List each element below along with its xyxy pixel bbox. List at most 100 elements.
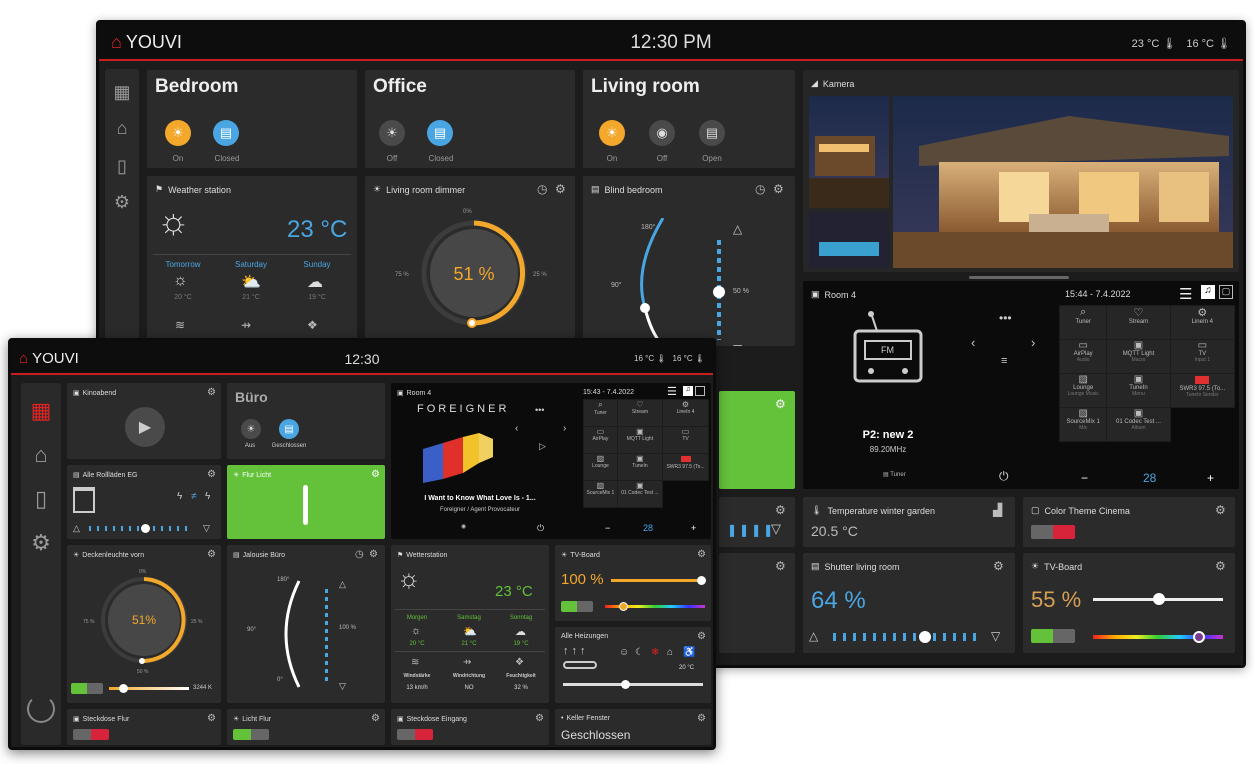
slat-open-icon[interactable]: ϟ bbox=[205, 491, 210, 502]
camera-tile[interactable]: ◢ Kamera bbox=[803, 70, 1239, 272]
gear-icon[interactable]: ⚙ bbox=[1215, 559, 1226, 573]
color-knob[interactable] bbox=[619, 602, 628, 611]
gear-icon[interactable]: ⚙ bbox=[371, 713, 380, 724]
slider-knob[interactable] bbox=[119, 684, 128, 693]
scene-toggle[interactable] bbox=[1031, 525, 1075, 539]
socket-eingang-tile[interactable]: ▣ Steckdose Eingang ⚙ bbox=[391, 709, 549, 745]
slider-knob[interactable] bbox=[697, 576, 706, 585]
power-toggle[interactable] bbox=[73, 729, 109, 740]
more-icon[interactable]: ••• bbox=[535, 405, 544, 415]
presence-icon[interactable]: ♿ bbox=[683, 647, 695, 658]
venetian-blind-tile[interactable]: ▤ Jalousie Büro ◷ ⚙ 180° 90° 0° △ 100 % ▽ bbox=[227, 545, 385, 703]
weather-station-tile[interactable]: ⚑ Wetterstation ☼ 23 °C Morgen Samstag So… bbox=[391, 545, 549, 703]
radio-tile[interactable]: ▣ Room 4 15:44 - 7.4.2022 ☰ ♫ ▢ FM P2: ne… bbox=[803, 281, 1239, 489]
gear-icon[interactable]: ⚙ bbox=[207, 469, 216, 480]
room-buero-tile[interactable]: Büro ☀ ▤ Aus Geschlossen bbox=[227, 383, 385, 459]
source-swr3[interactable]: SWR3 97.5 (To... bbox=[662, 453, 709, 481]
down-arrow-icon[interactable]: ▽ bbox=[339, 681, 346, 692]
flur-light-tile-back[interactable]: ⚙ bbox=[719, 391, 795, 489]
page-indicator[interactable] bbox=[969, 276, 1069, 279]
blind-tile[interactable]: ▤Blind bedroom ◷ ⚙ 180° 90° △ ▽ 50 % bbox=[583, 176, 795, 346]
room-living[interactable]: Living room ☀ ◉ ▤ On Off Open bbox=[583, 70, 795, 168]
camera-feed[interactable] bbox=[809, 96, 1233, 268]
light-bulb-icon[interactable]: ☀ bbox=[379, 120, 405, 146]
blind-position-slider[interactable] bbox=[325, 589, 328, 681]
list-icon[interactable]: ≡ bbox=[1001, 355, 1007, 367]
gear-icon[interactable]: ⚙ bbox=[207, 549, 216, 560]
slider-knob[interactable] bbox=[713, 286, 725, 298]
source-codec[interactable]: ▣ 01 Codec Test ... bbox=[616, 480, 664, 508]
home-icon[interactable]: ⌂ bbox=[109, 115, 135, 141]
chart-icon[interactable]: ▟ bbox=[993, 503, 1002, 517]
power-icon[interactable]: ⏻ bbox=[537, 523, 544, 534]
down-arrow-icon[interactable]: ▽ bbox=[733, 342, 742, 346]
source-linein[interactable]: ⚙ LineIn 4 bbox=[662, 399, 709, 427]
source-tuner[interactable]: ⌕ Tuner bbox=[1058, 305, 1108, 340]
shutter-tile[interactable]: ▤ Shutter living room ⚙ 64 % △ ▽ bbox=[803, 553, 1015, 653]
temperature-slider[interactable] bbox=[563, 683, 703, 686]
source-linein[interactable]: ⚙ LineIn 4 bbox=[1169, 305, 1236, 340]
source-tv[interactable]: ▭ TV Input 1 bbox=[1169, 339, 1236, 374]
gear-icon[interactable]: ⚙ bbox=[207, 387, 216, 398]
room-bedroom[interactable]: Bedroom ☀ ▤ On Closed bbox=[147, 70, 357, 168]
light-bulb-icon[interactable]: ☀ bbox=[599, 120, 625, 146]
blind-icon[interactable]: ▤ bbox=[279, 419, 299, 439]
up-arrow-icon[interactable]: △ bbox=[809, 629, 818, 643]
source-airplay[interactable]: ▭ AirPlay Audio bbox=[1058, 339, 1108, 374]
source-sourcemix[interactable]: ▨ SourceMix 1 Mix bbox=[1058, 407, 1108, 442]
volume-down-button[interactable]: − bbox=[605, 523, 610, 533]
music-icon[interactable]: ♫ bbox=[683, 386, 693, 396]
volume-up-button[interactable]: + bbox=[1207, 471, 1214, 485]
settings-icon[interactable]: ⚙ bbox=[109, 189, 135, 215]
frost-icon[interactable]: ❄ bbox=[651, 647, 659, 658]
clock-icon[interactable]: ◷ bbox=[755, 182, 765, 196]
next-icon[interactable]: › bbox=[563, 423, 566, 434]
source-airplay[interactable]: ▭ AirPlay bbox=[583, 426, 618, 454]
volume-down-button[interactable]: − bbox=[1081, 471, 1088, 485]
light-switch[interactable] bbox=[303, 485, 308, 525]
source-stream[interactable]: ♡ Stream bbox=[1106, 305, 1171, 340]
blind-icon[interactable]: ▤ bbox=[213, 120, 239, 146]
source-stream[interactable]: ♡ Stream bbox=[616, 399, 664, 427]
blind-icon[interactable]: ▤ bbox=[699, 120, 725, 146]
source-tunein[interactable]: ▣ TuneIn Menu bbox=[1106, 373, 1171, 408]
source-lounge[interactable]: ▨ Lounge bbox=[583, 453, 618, 481]
source-lounge[interactable]: ▨ Lounge Lounge Music bbox=[1058, 373, 1108, 408]
window-sensor-tile[interactable]: • Keller Fenster ⚙ Geschlossen bbox=[555, 709, 711, 745]
gear-icon[interactable]: ⚙ bbox=[697, 631, 706, 642]
weather-tile[interactable]: ⚑ Weather station ☼ 23 °C Tomorrow Saturd… bbox=[147, 176, 357, 346]
down-arrow-icon[interactable]: ▽ bbox=[771, 521, 781, 537]
gear-icon[interactable]: ⚙ bbox=[535, 713, 544, 724]
comfort-icon[interactable]: ☺ bbox=[619, 647, 629, 658]
tv-board-tile[interactable]: ☀ TV-Board ⚙ 100 % bbox=[555, 545, 711, 621]
up-arrow-icon[interactable]: △ bbox=[733, 222, 742, 236]
slider-knob[interactable] bbox=[1153, 593, 1165, 605]
slider-knob[interactable] bbox=[141, 524, 150, 533]
home-icon[interactable]: ⌂ bbox=[667, 647, 673, 658]
slat-close-icon[interactable]: ϟ bbox=[177, 491, 182, 502]
socket-icon[interactable]: ◉ bbox=[649, 120, 675, 146]
light-bulb-icon[interactable]: ☀ bbox=[165, 120, 191, 146]
play-icon[interactable]: ▷ bbox=[539, 441, 546, 452]
power-toggle[interactable] bbox=[233, 729, 269, 740]
gear-icon[interactable]: ⚙ bbox=[371, 469, 380, 480]
power-icon[interactable]: ⏻ bbox=[999, 469, 1009, 484]
night-icon[interactable]: ☾ bbox=[635, 647, 644, 658]
source-mqtt[interactable]: ▣ MQTT Light Macro bbox=[1106, 339, 1171, 374]
light-flur-tile[interactable]: ☀ Licht Flur ⚙ bbox=[227, 709, 385, 745]
color-theme-tile[interactable]: ▢ Color Theme Cinema ⚙ bbox=[1023, 497, 1235, 547]
source-tuner[interactable]: ⌕ Tuner bbox=[583, 399, 618, 427]
up-arrow-icon[interactable]: △ bbox=[339, 579, 346, 590]
previous-icon[interactable]: ‹ bbox=[515, 423, 518, 434]
down-arrow-icon[interactable]: ▽ bbox=[991, 629, 1000, 643]
source-swr3[interactable]: SWR3 97.5 (To... TuneIn Sender bbox=[1169, 373, 1236, 408]
cover-icon[interactable]: ▢ bbox=[1219, 285, 1233, 299]
blind-icon[interactable]: ▤ bbox=[427, 120, 453, 146]
media-player-tile[interactable]: ▣ Room 4 15:43 - 7.4.2022 ☰ ♫ FOREIGNER I… bbox=[391, 383, 711, 539]
dashboard-icon[interactable]: ▦ bbox=[109, 79, 135, 105]
ceiling-light-tile[interactable]: ☀ Deckenleuchte vorn ⚙ 51% 0% 25 % 75 % 5… bbox=[67, 545, 221, 703]
slat-angle-dial[interactable] bbox=[623, 218, 683, 346]
gear-icon[interactable]: ⚙ bbox=[775, 559, 786, 573]
source-codec[interactable]: ▣ 01 Codec Test ... Album bbox=[1106, 407, 1171, 442]
power-toggle[interactable] bbox=[71, 683, 103, 694]
